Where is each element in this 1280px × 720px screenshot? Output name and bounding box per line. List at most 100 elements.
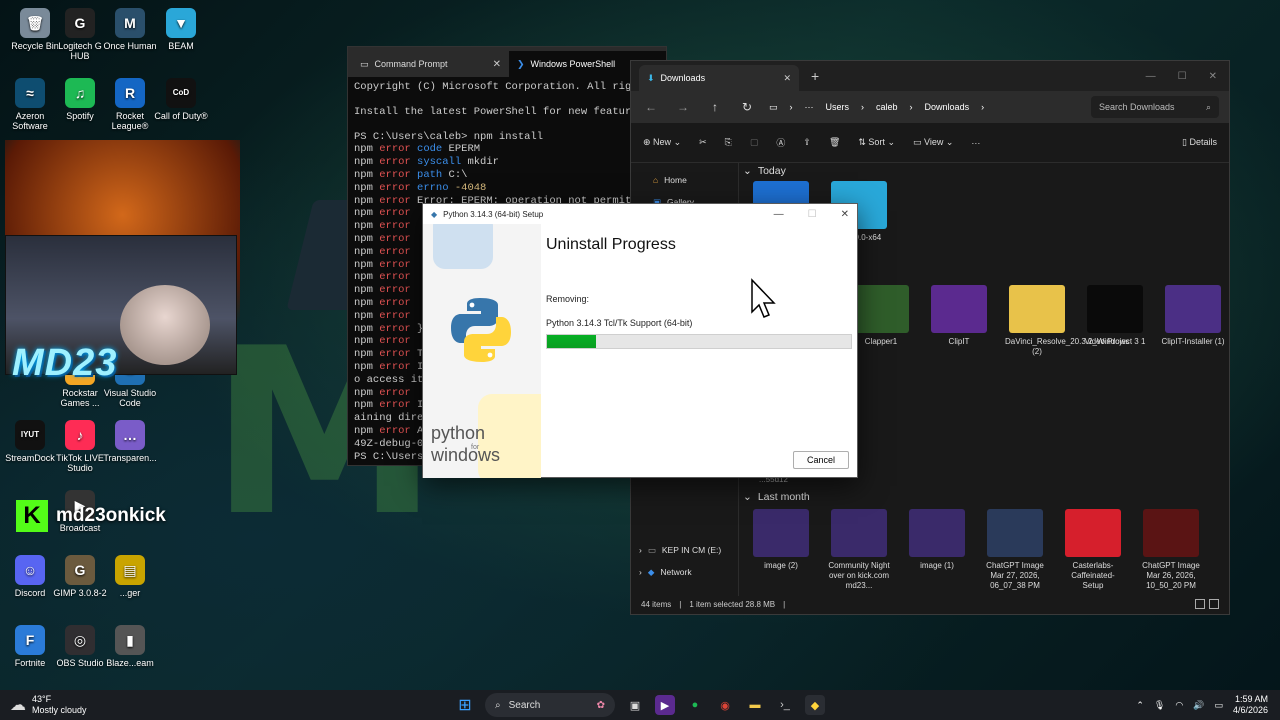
more-button[interactable]: ··· — [971, 138, 980, 148]
wifi-icon[interactable]: ◠ — [1175, 700, 1183, 711]
file-item[interactable]: ChatGPT Image Mar 26, 2026, 10_50_20 PM — [1139, 509, 1203, 591]
python-setup-taskbar-icon[interactable]: ◆ — [805, 695, 825, 715]
sidebar-item[interactable]: › ▭ KEP IN CM (E:) — [631, 539, 721, 561]
close-icon[interactable]: ✕ — [493, 59, 501, 70]
status-divider: | — [783, 599, 786, 609]
rename-icon[interactable]: Ⓐ — [776, 136, 785, 149]
details-view-icon[interactable] — [1195, 599, 1205, 609]
terminal-line: npm error path C:\ — [354, 169, 660, 182]
close-icon[interactable]: ✕ — [1209, 71, 1217, 82]
sidebar-icon: ⌂ — [653, 175, 659, 185]
maximize-icon[interactable]: ☐ — [1178, 71, 1187, 82]
breadcrumb-caleb[interactable]: caleb — [876, 102, 898, 112]
up-icon[interactable]: ↑ — [705, 100, 725, 114]
microphone-icon[interactable]: 🎙 — [1154, 700, 1165, 711]
spotify-taskbar-icon[interactable]: ● — [685, 695, 705, 715]
file-item[interactable]: DaVinci_Resolve_20.3.2_Windows (2) — [1005, 285, 1129, 357]
share-icon[interactable]: ⇪ — [803, 137, 811, 148]
terminal-taskbar-icon[interactable]: ›_ — [775, 695, 795, 715]
file-item[interactable]: Community Night over on kick.com md23... — [827, 509, 891, 591]
kick-icon: K — [16, 500, 48, 532]
file-item[interactable]: Casterlabs-Caffeinated-Setup — [1061, 509, 1125, 591]
mouse-cursor-icon — [751, 278, 776, 318]
terminal-text: error — [379, 181, 418, 194]
desktop-icon[interactable]: … Transparen... — [99, 420, 161, 463]
minimize-icon[interactable]: — — [774, 209, 784, 220]
forward-icon[interactable]: → — [673, 100, 693, 114]
group-last-month[interactable]: ⌄ Last month — [739, 491, 810, 503]
sort-button[interactable]: ⇅ Sort ⌄ — [858, 137, 895, 148]
file-item[interactable]: Clapper1 — [849, 285, 913, 357]
paste-icon[interactable]: ▢ — [750, 137, 759, 148]
terminal-text: error — [379, 284, 411, 297]
breadcrumb-downloads[interactable]: Downloads — [925, 102, 970, 112]
chevron-right-icon[interactable]: › — [639, 567, 642, 577]
cancel-button[interactable]: Cancel — [793, 451, 849, 469]
desktop-icon[interactable]: ▼ BEAM — [150, 8, 212, 51]
breadcrumb[interactable]: ▭ › ··· Users › caleb › Downloads › — [769, 102, 1079, 113]
terminal-line: Copyright (C) Microsoft Corporation. All… — [354, 81, 660, 94]
tab-label: Windows PowerShell — [530, 59, 616, 69]
new-tab-button[interactable]: + — [811, 68, 819, 84]
terminal-text: npm — [354, 271, 380, 284]
file-item[interactable]: image (2) — [749, 509, 813, 591]
terminal-text: C:\ — [448, 168, 468, 181]
volume-icon[interactable]: 🔊 — [1193, 700, 1204, 711]
file-item[interactable]: ChatGPT Image Mar 27, 2026, 06_07_38 PM — [983, 509, 1047, 591]
chevron-up-icon[interactable]: ⌃ — [1136, 700, 1144, 711]
item-count: 44 items — [641, 599, 672, 609]
group-today[interactable]: ⌄ Today — [739, 165, 786, 177]
details-button[interactable]: ▯ Details — [1182, 137, 1217, 148]
monitor-icon: ▭ — [769, 101, 778, 112]
taskbar-apps: ⊞ ⌕ Search ✿ ▣ ▶ ● ◉ ▬ ›_ ◆ — [455, 693, 825, 717]
minimize-icon[interactable]: — — [1146, 71, 1156, 82]
clock[interactable]: 1:59 AM 4/6/2026 — [1233, 694, 1268, 716]
chrome-taskbar-icon[interactable]: ◉ — [715, 695, 735, 715]
close-icon[interactable]: ✕ — [783, 73, 791, 84]
tiles-view-icon[interactable] — [1209, 599, 1219, 609]
tab-downloads[interactable]: ⬇ Downloads ✕ — [639, 65, 799, 91]
delete-icon[interactable]: 🗑 — [829, 137, 840, 148]
file-item[interactable]: Video Project 3 1 — [1083, 285, 1147, 357]
chevron-right-icon[interactable]: › — [639, 545, 642, 555]
copy-icon[interactable]: ⎘ — [725, 137, 732, 148]
view-button[interactable]: ▭ View ⌄ — [913, 137, 953, 148]
file-explorer-taskbar-icon[interactable]: ▬ — [745, 695, 765, 715]
tab-command-prompt[interactable]: ▭ Command Prompt ✕ — [352, 51, 509, 77]
desktop-icon[interactable]: ▤ ...ger — [99, 555, 161, 598]
chevron-right-icon: › — [861, 102, 865, 112]
ellipsis-icon[interactable]: ··· — [805, 102, 814, 112]
terminal-text: npm — [354, 309, 380, 322]
sidebar-item[interactable]: ⌂ Home — [631, 169, 687, 191]
terminal-text: npm — [354, 386, 380, 399]
file-item[interactable]: ClipIT — [927, 285, 991, 357]
sidebar-item[interactable]: › ◆ Network — [631, 561, 692, 583]
breadcrumb-users[interactable]: Users — [826, 102, 850, 112]
close-icon[interactable]: ✕ — [841, 209, 849, 220]
taskbar-search[interactable]: ⌕ Search ✿ — [485, 693, 615, 717]
search-icon: ⌕ — [495, 699, 501, 711]
terminal-line: PS C:\Users\caleb> npm install — [354, 131, 660, 144]
new-button[interactable]: ⊕ New ⌄ — [643, 137, 681, 148]
desktop-icon[interactable]: ▮ Blaze...eam — [99, 625, 161, 668]
python-icon: ◆ — [431, 209, 438, 219]
desktop-icon[interactable]: CoD Call of Duty® — [150, 78, 212, 121]
back-icon[interactable]: ← — [641, 100, 661, 114]
windows-start-icon[interactable]: ⊞ — [455, 695, 475, 715]
clipit-taskbar-icon[interactable]: ▶ — [655, 695, 675, 715]
file-item[interactable]: image (1) — [905, 509, 969, 591]
terminal-text: npm — [354, 232, 380, 245]
cut-icon[interactable]: ✂ — [699, 137, 707, 148]
terminal-text: npm — [354, 348, 380, 361]
terminal-text: error — [379, 322, 418, 335]
weather-widget[interactable]: ☁ 43°F Mostly cloudy — [10, 694, 87, 716]
task-view-icon[interactable]: ▣ — [625, 695, 645, 715]
file-item[interactable]: ClipIT-Installer (1) — [1161, 285, 1225, 357]
terminal-text: mkdir — [467, 156, 499, 169]
battery-icon[interactable]: ▭ — [1214, 700, 1223, 711]
file-thumbnail — [1009, 285, 1065, 333]
refresh-icon[interactable]: ↻ — [737, 100, 757, 114]
search-input[interactable]: Search Downloads ⌕ — [1091, 96, 1219, 118]
python-setup-dialog[interactable]: ◆ Python 3.14.3 (64-bit) Setup — ☐ ✕ pyt… — [422, 203, 858, 478]
